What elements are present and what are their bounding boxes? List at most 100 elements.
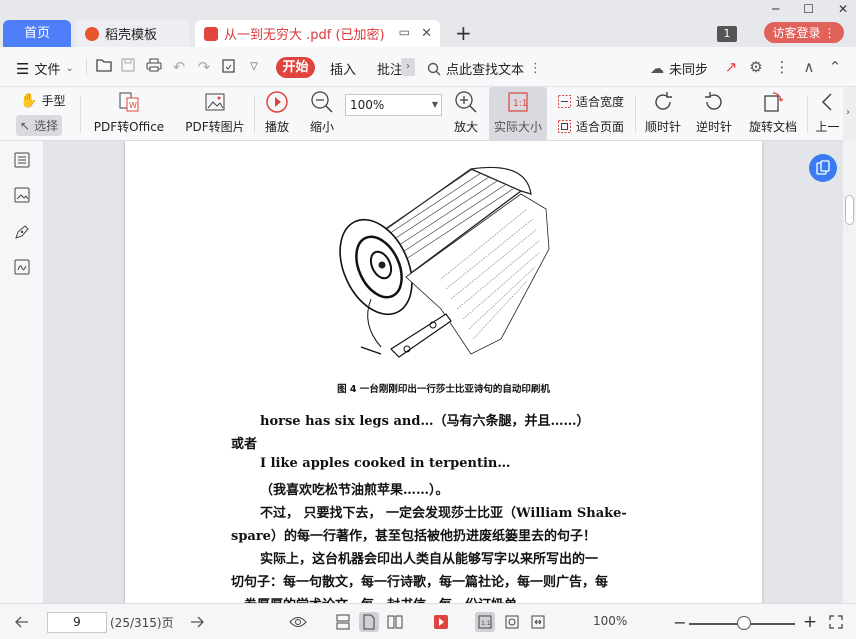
more-dropdown-icon[interactable]: ▽ [245,58,263,76]
pdf-to-image-button[interactable]: PDF转图片 [180,87,250,141]
zoom-level-value: 100% [350,98,385,112]
search-icon [427,62,441,75]
zoom-in-icon [454,90,478,114]
signature-icon[interactable] [13,258,31,276]
fit-page-status-icon[interactable] [502,612,522,632]
zoom-level-select[interactable]: 100% ▼ [345,94,442,116]
menu-annotate[interactable]: 批注 [377,59,403,78]
actual-size-status-icon[interactable]: 1:1 [475,612,495,632]
collapse-ribbon-icon[interactable]: ∧ [800,58,818,76]
rotate-document-button[interactable]: 旋转文档 [745,87,801,141]
settings-icon[interactable]: ⚙ [747,58,765,76]
double-page-view-icon[interactable] [385,612,405,632]
actual-size-button[interactable]: 1:1 实际大小 [489,87,547,141]
tab-document-label: 从一到无穷大 .pdf (已加密) [224,28,385,43]
tab-home[interactable]: 首页 [3,20,71,47]
menu-start[interactable]: 开始 [276,57,315,78]
menu-insert-label: 插入 [330,63,357,78]
hand-icon: ✋ [20,92,38,109]
save-icon[interactable] [119,58,137,76]
select-tool-button[interactable]: ↖ 选择 [16,115,63,136]
left-sidebar [0,141,44,603]
pdf-to-office-label: PDF转Office [93,120,165,134]
zoom-percentage: 100% [593,614,628,628]
rotate-clockwise-button[interactable]: 顺时针 [643,87,683,141]
thumbnail-icon[interactable] [13,186,31,204]
annotation-pen-icon[interactable] [13,223,31,241]
floating-convert-button[interactable] [809,154,837,182]
fullscreen-icon[interactable] [826,612,846,632]
vertical-scrollbar[interactable] [843,141,856,603]
redo-icon[interactable]: ↷ [195,58,213,76]
ribbon-scroll-right[interactable]: › [843,87,856,141]
guest-login-button[interactable]: 访客登录 ⋮ [764,22,844,43]
minimize-icon[interactable]: ─ [772,2,779,16]
figure-caption: 图 4 一台刚刚印出一行莎士比亚诗句的自动印刷机 [337,384,550,395]
text-line-7: 实际上，这台机器会印出人类自从能够写字以来所写出的一 [260,552,599,567]
eye-protection-icon[interactable] [288,612,308,632]
menu-bar: ☰ 文件 ⌄ ↶ ↷ ▽ 开始 插入 批注 › 点此查找文本 ⋮ ☁ 未同步 ↗… [0,47,856,87]
close-tab-icon[interactable]: ✕ [421,26,432,41]
print-icon[interactable] [145,58,163,76]
maximize-icon[interactable]: ☐ [803,2,814,16]
more-vertical-icon: ⋮ [529,61,543,76]
text-line-6: spare）的每一行著作，甚至包括被他扔进废纸篓里去的句子！ [231,529,596,544]
new-tab-button[interactable]: + [455,21,472,45]
fit-width-status-icon[interactable] [528,612,548,632]
zoom-in-button[interactable]: 放大 [451,87,481,141]
export-icon[interactable] [220,58,238,76]
tab-templates-label: 稻壳模板 [105,28,158,43]
text-line-4: （我喜欢吃松节油煎苹果……）。 [260,483,449,498]
outline-icon[interactable] [13,151,31,169]
open-folder-icon[interactable] [95,58,113,76]
file-menu[interactable]: ☰ 文件 ⌄ [16,59,74,79]
close-window-icon[interactable]: ✕ [838,2,848,16]
rotate-counterclockwise-icon [702,90,726,114]
tab-document[interactable]: 从一到无穷大 .pdf (已加密) ▭ ✕ [195,20,440,47]
fit-width-label: 适合宽度 [576,95,625,109]
dropdown-arrow-icon: ▼ [431,100,438,109]
ribbon-toolbar: ✋ 手型 ↖ 选择 W PDF转Office PDF转图片 播放 缩小 100%… [0,87,856,141]
sync-status[interactable]: ☁ 未同步 [650,59,708,79]
zoom-in-plus-icon[interactable]: + [800,612,820,632]
page-number-input[interactable]: 9 [47,612,107,633]
undo-icon[interactable]: ↶ [170,58,188,76]
menu-scroll-right-icon[interactable]: › [401,58,415,76]
play-slideshow-icon[interactable] [431,612,451,632]
play-button[interactable]: 播放 [259,87,295,141]
text-line-2: 或者 [231,437,258,452]
fit-width-button[interactable]: 适合宽度 [557,93,624,110]
hand-tool-label: 手型 [41,94,66,108]
search-text-box[interactable]: 点此查找文本 ⋮ [427,59,542,78]
chevron-up-icon[interactable]: ⌃ [826,58,844,76]
zoom-out-minus-icon[interactable]: − [670,612,690,632]
rotate-counterclockwise-button[interactable]: 逆时针 [694,87,734,141]
tab-templates[interactable]: 稻壳模板 [76,20,189,47]
daoke-logo-icon [85,26,99,41]
fit-width-icon [558,95,571,108]
next-page-arrow-icon[interactable] [187,612,207,632]
share-icon[interactable]: ↗ [722,58,740,76]
window-count-badge[interactable]: 1 [717,26,737,42]
pdf-to-office-button[interactable]: W PDF转Office [88,87,170,141]
previous-page-button[interactable]: 上一 [812,87,843,141]
continuous-view-icon[interactable] [359,612,379,632]
actual-size-icon: 1:1 [506,90,530,114]
prev-page-arrow-icon[interactable] [12,612,32,632]
fit-page-button[interactable]: 适合页面 [557,118,624,135]
login-label: 访客登录 [772,26,821,40]
window-mode-icon[interactable]: ▭ [399,25,410,39]
menu-insert[interactable]: 插入 [330,59,356,78]
hand-tool-button[interactable]: ✋ 手型 [20,92,65,109]
more-horizontal-icon[interactable]: ⋮ [773,58,791,76]
zoom-out-button[interactable]: 缩小 [305,87,339,141]
single-page-view-icon[interactable] [333,612,353,632]
chevron-left-icon [816,90,840,114]
zoom-slider-knob[interactable] [737,616,751,630]
document-canvas[interactable]: 图 4 一台刚刚印出一行莎士比亚诗句的自动印刷机 horse has six l… [44,141,843,603]
login-dots-icon: ⋮ [823,25,836,40]
scrollbar-thumb[interactable] [845,195,854,225]
rotate-document-icon [761,90,785,114]
play-label: 播放 [264,120,289,134]
pdf-to-office-icon: W [117,90,141,114]
